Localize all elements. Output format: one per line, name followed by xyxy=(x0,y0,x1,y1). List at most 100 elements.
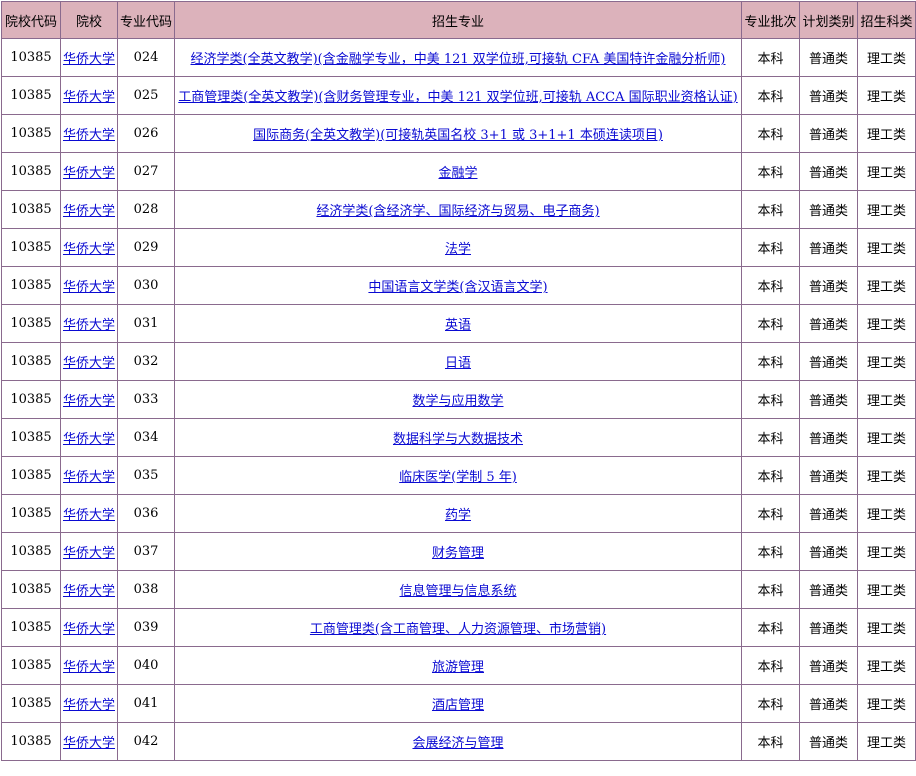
batch-cell: 本科 xyxy=(741,494,800,533)
school-cell: 华侨大学 xyxy=(60,76,118,115)
major-link[interactable]: 酒店管理 xyxy=(432,698,484,713)
school-link[interactable]: 华侨大学 xyxy=(63,736,115,751)
major-link[interactable]: 日语 xyxy=(445,356,471,371)
school-cell: 华侨大学 xyxy=(60,494,118,533)
major-link[interactable]: 金融学 xyxy=(438,166,477,181)
school-link[interactable]: 华侨大学 xyxy=(63,698,115,713)
major-link[interactable]: 中国语言文学类(含汉语言文学) xyxy=(368,280,547,295)
major-link[interactable]: 数学与应用数学 xyxy=(412,394,503,409)
major-link[interactable]: 工商管理类(全英文教学)(含财务管理专业，中美 121 双学位班,可接轨 ACC… xyxy=(178,90,737,105)
major-link[interactable]: 国际商务(全英文教学)(可接轨英国名校 3+1 或 3+1+1 本硕连读项目) xyxy=(253,128,663,143)
school-link[interactable]: 华侨大学 xyxy=(63,90,115,105)
major-link[interactable]: 财务管理 xyxy=(432,546,484,561)
table-row: 10385 华侨大学 028 经济学类(含经济学、国际经济与贸易、电子商务) 本科 普通类… xyxy=(1,190,916,229)
major-code-cell: 042 xyxy=(117,722,175,761)
school-code-cell: 10385 xyxy=(1,608,61,647)
school-cell: 华侨大学 xyxy=(60,380,118,419)
plan-type-cell: 普通类 xyxy=(799,190,858,229)
school-cell: 华侨大学 xyxy=(60,190,118,229)
plan-type-cell: 普通类 xyxy=(799,266,858,305)
school-code-cell: 10385 xyxy=(1,76,61,115)
plan-type-cell: 普通类 xyxy=(799,228,858,267)
table-row: 10385 华侨大学 037 财务管理 本科 普通类 理工类 xyxy=(1,532,916,571)
major-link[interactable]: 临床医学(学制 5 年) xyxy=(399,470,517,485)
school-code-cell: 10385 xyxy=(1,152,61,191)
school-link[interactable]: 华侨大学 xyxy=(63,660,115,675)
table-row: 10385 华侨大学 033 数学与应用数学 本科 普通类 理工类 xyxy=(1,380,916,419)
school-link[interactable]: 华侨大学 xyxy=(63,622,115,637)
batch-cell: 本科 xyxy=(741,646,800,685)
category-cell: 理工类 xyxy=(857,38,916,77)
major-cell: 英语 xyxy=(174,304,742,343)
major-link[interactable]: 旅游管理 xyxy=(432,660,484,675)
plan-type-cell: 普通类 xyxy=(799,608,858,647)
batch-cell: 本科 xyxy=(741,532,800,571)
major-cell: 信息管理与信息系统 xyxy=(174,570,742,609)
table-row: 10385 华侨大学 027 金融学 本科 普通类 理工类 xyxy=(1,152,916,191)
plan-type-cell: 普通类 xyxy=(799,722,858,761)
category-cell: 理工类 xyxy=(857,228,916,267)
plan-type-cell: 普通类 xyxy=(799,114,858,153)
school-cell: 华侨大学 xyxy=(60,456,118,495)
plan-type-cell: 普通类 xyxy=(799,152,858,191)
batch-cell: 本科 xyxy=(741,608,800,647)
category-cell: 理工类 xyxy=(857,684,916,723)
major-cell: 临床医学(学制 5 年) xyxy=(174,456,742,495)
school-link[interactable]: 华侨大学 xyxy=(63,584,115,599)
school-link[interactable]: 华侨大学 xyxy=(63,356,115,371)
header-major-code: 专业代码 xyxy=(117,1,175,39)
major-link[interactable]: 工商管理类(含工商管理、人力资源管理、市场营销) xyxy=(310,622,606,637)
school-code-cell: 10385 xyxy=(1,190,61,229)
major-link[interactable]: 药学 xyxy=(445,508,471,523)
school-link[interactable]: 华侨大学 xyxy=(63,470,115,485)
major-link[interactable]: 经济学类(含经济学、国际经济与贸易、电子商务) xyxy=(316,204,599,219)
school-link[interactable]: 华侨大学 xyxy=(63,508,115,523)
table-row: 10385 华侨大学 035 临床医学(学制 5 年) 本科 普通类 理工类 xyxy=(1,456,916,495)
school-code-cell: 10385 xyxy=(1,722,61,761)
major-code-cell: 027 xyxy=(117,152,175,191)
major-link[interactable]: 数据科学与大数据技术 xyxy=(393,432,523,447)
major-cell: 法学 xyxy=(174,228,742,267)
category-cell: 理工类 xyxy=(857,380,916,419)
major-code-cell: 030 xyxy=(117,266,175,305)
school-link[interactable]: 华侨大学 xyxy=(63,546,115,561)
school-code-cell: 10385 xyxy=(1,570,61,609)
school-cell: 华侨大学 xyxy=(60,228,118,267)
batch-cell: 本科 xyxy=(741,304,800,343)
school-code-cell: 10385 xyxy=(1,342,61,381)
major-link[interactable]: 法学 xyxy=(445,242,471,257)
major-cell: 财务管理 xyxy=(174,532,742,571)
table-row: 10385 华侨大学 034 数据科学与大数据技术 本科 普通类 理工类 xyxy=(1,418,916,457)
major-link[interactable]: 经济学类(全英文教学)(含金融学专业，中美 121 双学位班,可接轨 CFA 美… xyxy=(191,52,726,67)
major-link[interactable]: 英语 xyxy=(445,318,471,333)
major-code-cell: 035 xyxy=(117,456,175,495)
school-link[interactable]: 华侨大学 xyxy=(63,242,115,257)
admission-majors-table: 院校代码 院校 专业代码 招生专业 专业批次 计划类别 招生科类 10385 华侨… xyxy=(1,1,916,761)
school-cell: 华侨大学 xyxy=(60,152,118,191)
school-cell: 华侨大学 xyxy=(60,646,118,685)
plan-type-cell: 普通类 xyxy=(799,304,858,343)
school-link[interactable]: 华侨大学 xyxy=(63,128,115,143)
major-link[interactable]: 会展经济与管理 xyxy=(412,736,503,751)
school-link[interactable]: 华侨大学 xyxy=(63,280,115,295)
table-row: 10385 华侨大学 024 经济学类(全英文教学)(含金融学专业，中美 121 双学… xyxy=(1,38,916,77)
major-code-cell: 041 xyxy=(117,684,175,723)
school-link[interactable]: 华侨大学 xyxy=(63,394,115,409)
major-link[interactable]: 信息管理与信息系统 xyxy=(399,584,516,599)
school-code-cell: 10385 xyxy=(1,684,61,723)
school-code-cell: 10385 xyxy=(1,228,61,267)
plan-type-cell: 普通类 xyxy=(799,684,858,723)
school-cell: 华侨大学 xyxy=(60,608,118,647)
school-link[interactable]: 华侨大学 xyxy=(63,166,115,181)
school-cell: 华侨大学 xyxy=(60,266,118,305)
table-row: 10385 华侨大学 031 英语 本科 普通类 理工类 xyxy=(1,304,916,343)
school-cell: 华侨大学 xyxy=(60,570,118,609)
header-school: 院校 xyxy=(60,1,118,39)
batch-cell: 本科 xyxy=(741,380,800,419)
table-row: 10385 华侨大学 026 国际商务(全英文教学)(可接轨英国名校 3+1 或 3+… xyxy=(1,114,916,153)
school-link[interactable]: 华侨大学 xyxy=(63,204,115,219)
school-link[interactable]: 华侨大学 xyxy=(63,52,115,67)
category-cell: 理工类 xyxy=(857,190,916,229)
school-link[interactable]: 华侨大学 xyxy=(63,318,115,333)
school-link[interactable]: 华侨大学 xyxy=(63,432,115,447)
